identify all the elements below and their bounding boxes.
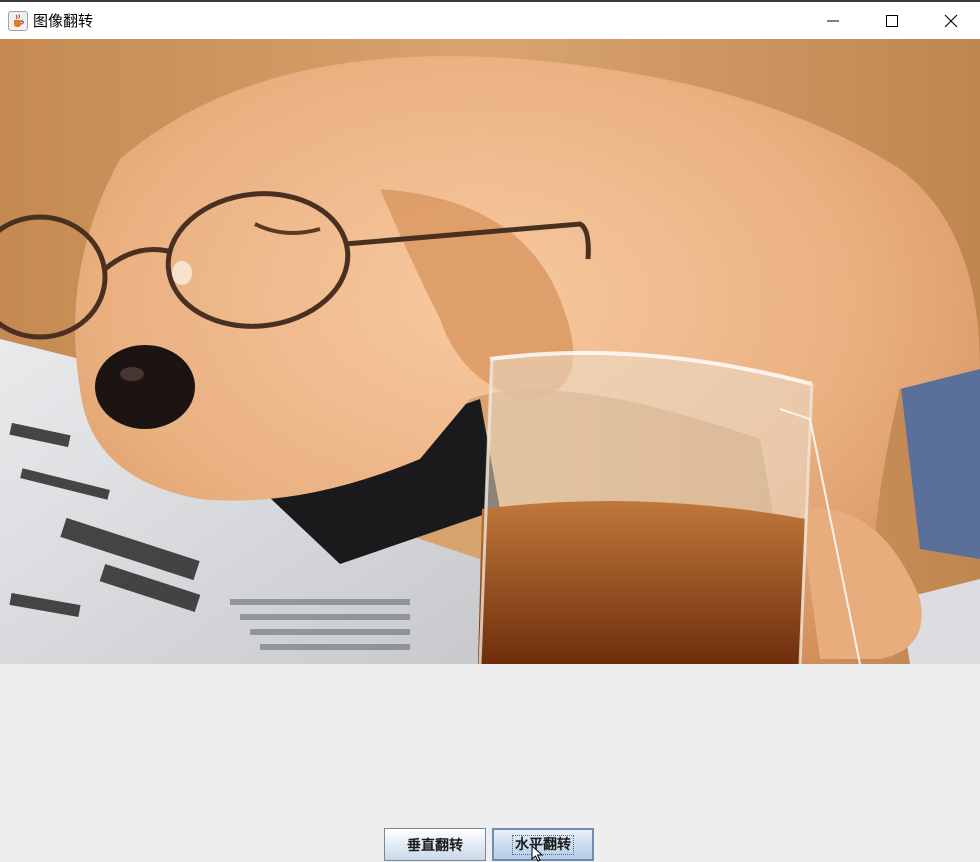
image-display: [0, 39, 980, 664]
mouse-cursor-icon: [531, 845, 544, 862]
maximize-icon: [886, 15, 898, 27]
vertical-flip-label: 垂直翻转: [407, 837, 463, 854]
close-icon: [944, 14, 958, 28]
title-bar: 图像翻转: [0, 0, 980, 39]
minimize-button[interactable]: [804, 2, 862, 39]
minimize-icon: [827, 20, 839, 22]
vertical-flip-button[interactable]: 垂直翻转: [384, 828, 486, 861]
java-cup-icon: [8, 11, 28, 31]
maximize-button[interactable]: [863, 2, 921, 39]
window-title: 图像翻转: [33, 12, 94, 30]
puppy-image: [0, 39, 980, 664]
close-button[interactable]: [922, 2, 980, 39]
